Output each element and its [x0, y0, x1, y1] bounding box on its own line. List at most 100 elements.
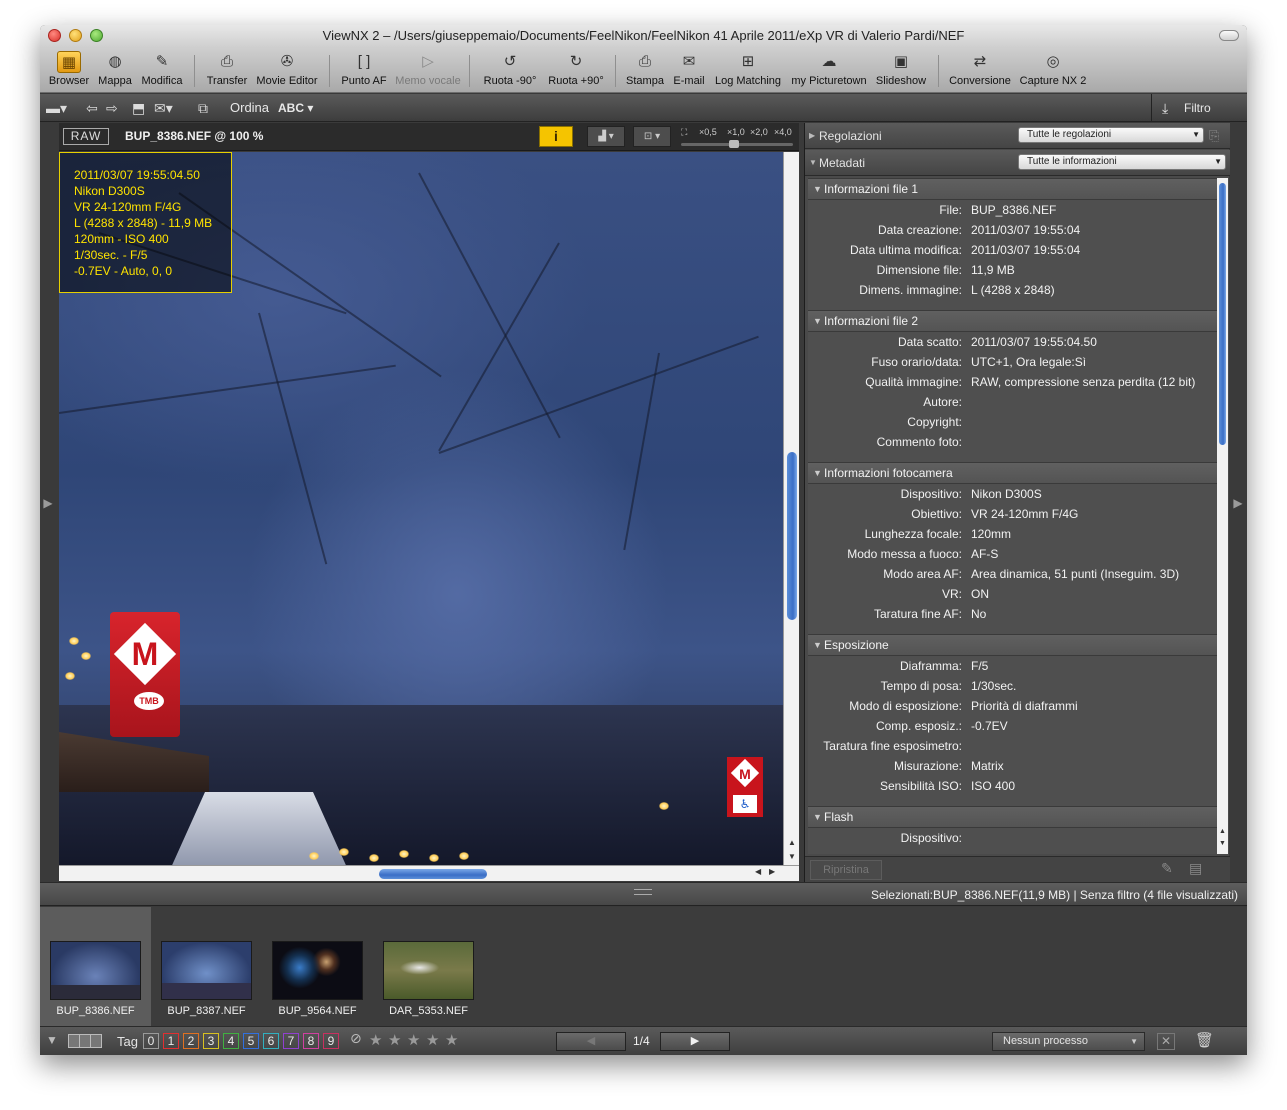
tag-1-button[interactable]: 1 — [163, 1033, 179, 1049]
star-icon[interactable]: ★ — [388, 1031, 401, 1049]
rotate-right-button[interactable]: ↻ Ruota +90° — [546, 49, 606, 91]
zoom-level-05[interactable]: ×0,5 — [699, 127, 717, 137]
punto-af-button[interactable]: [ ] Punto AF — [340, 49, 388, 91]
rotate-right-icon: ↻ — [569, 53, 583, 70]
process-select[interactable]: Nessun processo ▼ — [992, 1032, 1145, 1051]
capture-nx2-button[interactable]: ◎ Capture NX 2 — [1017, 49, 1089, 91]
zoom-level-20[interactable]: ×2,0 — [750, 127, 768, 137]
movie-editor-button[interactable]: ✇ Movie Editor — [255, 49, 319, 91]
viewer-vertical-scroll-thumb[interactable] — [787, 452, 797, 620]
tag-3-button[interactable]: 3 — [203, 1033, 219, 1049]
section-header[interactable]: ▼ Esposizione — [808, 634, 1217, 656]
star-icon[interactable]: ★ — [445, 1031, 458, 1049]
metadati-select[interactable]: Tutte le informazioni ▼ — [1018, 154, 1226, 170]
ripristina-button[interactable]: Ripristina — [810, 860, 882, 880]
right-panel-toggle-icon[interactable]: ▶ — [1232, 493, 1244, 513]
zoom-window-button[interactable] — [90, 29, 103, 42]
next-page-button[interactable]: ▶ — [660, 1032, 730, 1051]
thumbnail-item[interactable]: BUP_8386.NEF — [40, 907, 151, 1026]
edit-metadata-icon[interactable]: ✎ — [1161, 860, 1173, 877]
forward-arrow-icon[interactable]: ⇨ — [106, 98, 118, 118]
metadata-row: Modo di esposizione: Priorità di diaframm… — [808, 696, 1217, 716]
transfer-button[interactable]: ⎙ Transfer — [204, 49, 250, 91]
close-window-button[interactable] — [48, 29, 61, 42]
back-arrow-icon[interactable]: ⇦ — [86, 98, 98, 118]
cancel-process-button[interactable]: ✕ — [1157, 1033, 1175, 1050]
previous-page-button[interactable]: ◀ — [556, 1032, 626, 1051]
thumbnail-image — [272, 941, 363, 1000]
regolazioni-header[interactable]: ▶ Regolazioni Tutte le regolazioni ▼ ⎘ — [805, 123, 1230, 149]
metadati-header[interactable]: ▼ Metadati Tutte le informazioni ▼ — [805, 150, 1230, 176]
save-metadata-icon[interactable]: ▤ — [1189, 860, 1202, 877]
thumbnail-item[interactable]: BUP_8387.NEF — [151, 907, 262, 1026]
tag-5-button[interactable]: 5 — [243, 1033, 259, 1049]
zoom-fit-icon[interactable]: ⛶ — [681, 127, 687, 138]
viewer-horizontal-scroll-thumb[interactable] — [379, 869, 487, 879]
tag-0-button[interactable]: 0 — [143, 1033, 159, 1049]
sort-label: Ordina — [230, 100, 270, 115]
compare-view-icon[interactable]: ⧉ — [198, 98, 208, 118]
sort-dropdown[interactable]: ABC ▾ — [278, 98, 313, 118]
metadata-scroll-thumb[interactable] — [1219, 183, 1226, 445]
folder-up-icon[interactable]: ⬒ — [132, 98, 145, 118]
right-panel-footer: Ripristina ✎ ▤ — [805, 856, 1230, 883]
zoom-slider-knob[interactable] — [729, 140, 739, 148]
info-overlay-button[interactable]: i — [539, 126, 573, 147]
left-panel-toggle-icon[interactable]: ▶ — [42, 493, 54, 513]
regolazioni-select[interactable]: Tutte le regolazioni ▼ — [1018, 127, 1204, 143]
layout-menu-icon[interactable]: ▬▾ — [46, 98, 67, 118]
zoom-level-40[interactable]: ×4,0 — [774, 127, 792, 137]
thumbnail-size-icon[interactable] — [68, 1034, 102, 1048]
trash-icon[interactable]: 🗑 — [1195, 1031, 1214, 1049]
scroll-up-arrow-icon[interactable]: ▲ — [784, 838, 800, 847]
scroll-down-arrow-icon[interactable]: ▼ — [1217, 840, 1228, 847]
folder-menu-icon[interactable]: ✉▾ — [154, 98, 173, 118]
tag-4-button[interactable]: 4 — [223, 1033, 239, 1049]
minimize-window-button[interactable] — [69, 29, 82, 42]
log-matching-button[interactable]: ⊞ Log Matching — [713, 49, 783, 91]
section-header[interactable]: ▼ Informazioni file 2 — [808, 310, 1217, 332]
adjustment-tool-icon[interactable]: ⎘ — [1209, 123, 1219, 149]
tag-label: Tag — [117, 1034, 138, 1049]
filter-button[interactable]: ⤓ Filtro — [1151, 94, 1247, 122]
scroll-left-arrow-icon[interactable]: ◀ — [755, 867, 761, 876]
thumbnail-item[interactable]: DAR_5353.NEF — [373, 907, 484, 1026]
section-header[interactable]: ▼ Flash — [808, 806, 1217, 828]
resize-grip-icon[interactable] — [634, 889, 652, 895]
fit-view-button[interactable]: ⊡ ▾ — [633, 126, 671, 147]
scroll-down-arrow-icon[interactable]: ▼ — [784, 852, 800, 861]
tag-8-button[interactable]: 8 — [303, 1033, 319, 1049]
conversione-button[interactable]: ⇄ Conversione — [947, 49, 1013, 91]
histogram-button[interactable]: ▟ ▾ — [587, 126, 625, 147]
scroll-right-arrow-icon[interactable]: ▶ — [769, 867, 775, 876]
scroll-up-arrow-icon[interactable]: ▲ — [1217, 828, 1228, 835]
zoom-level-10[interactable]: ×1,0 — [727, 127, 745, 137]
rotate-left-button[interactable]: ↺ Ruota -90° — [481, 49, 539, 91]
thumbnail-item[interactable]: BUP_9564.NEF — [262, 907, 373, 1026]
tag-9-button[interactable]: 9 — [323, 1033, 339, 1049]
mappa-button[interactable]: ◍ Mappa — [95, 49, 135, 91]
browser-button[interactable]: ▦ Browser — [47, 49, 91, 91]
star-icon[interactable]: ★ — [369, 1031, 382, 1049]
section-header[interactable]: ▼ Informazioni file 1 — [808, 178, 1217, 200]
section-title: Esposizione — [824, 638, 889, 652]
modifica-button[interactable]: ✎ Modifica — [139, 49, 185, 91]
tag-6-button[interactable]: 6 — [263, 1033, 279, 1049]
email-button[interactable]: ✉ E-mail — [670, 49, 708, 91]
my-picturetown-button[interactable]: ☁ my Picturetown — [789, 49, 869, 91]
viewer-horizontal-scrollbar[interactable]: ◀ ▶ — [59, 865, 799, 881]
memo-vocale-button[interactable]: ▷ Memo vocale — [395, 49, 461, 91]
no-rating-icon[interactable]: ⊘ — [350, 1030, 362, 1047]
strip-collapse-icon[interactable]: ▼ — [46, 1033, 58, 1047]
section-title: Informazioni file 1 — [824, 182, 919, 196]
toolbar-toggle-button[interactable] — [1219, 30, 1239, 41]
viewer-vertical-scrollbar[interactable]: ▲ ▼ — [783, 152, 799, 865]
star-icon[interactable]: ★ — [426, 1031, 439, 1049]
tag-2-button[interactable]: 2 — [183, 1033, 199, 1049]
star-icon[interactable]: ★ — [407, 1031, 420, 1049]
metadata-scrollbar[interactable]: ▲ ▼ — [1217, 178, 1228, 854]
stampa-button[interactable]: ⎙ Stampa — [625, 49, 665, 91]
slideshow-button[interactable]: ▣ Slideshow — [874, 49, 928, 91]
tag-7-button[interactable]: 7 — [283, 1033, 299, 1049]
section-header[interactable]: ▼ Informazioni fotocamera — [808, 462, 1217, 484]
